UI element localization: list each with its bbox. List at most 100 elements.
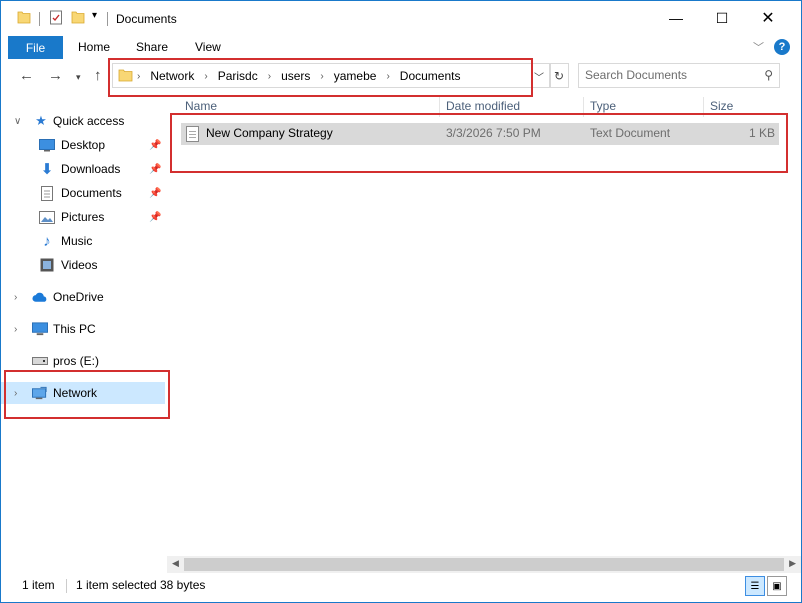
address-dropdown-icon[interactable]: ﹀	[534, 69, 544, 84]
text-file-icon	[186, 126, 199, 142]
sidebar-item-onedrive[interactable]: › OneDrive	[1, 286, 165, 308]
scroll-left-icon[interactable]: ◀	[172, 558, 179, 569]
sidebar-item-label: This PC	[53, 322, 96, 336]
chevron-right-icon: ›	[267, 70, 272, 82]
scroll-right-icon[interactable]: ▶	[789, 558, 796, 569]
pin-icon[interactable]: 📌	[149, 188, 161, 199]
address-folder-icon	[118, 68, 133, 82]
sidebar-item-this-pc[interactable]: › This PC	[1, 318, 165, 340]
forward-icon[interactable]: →	[48, 67, 63, 84]
tab-share[interactable]: Share	[136, 40, 168, 54]
breadcrumb-documents[interactable]: Documents	[400, 69, 461, 83]
pin-icon[interactable]: 📌	[149, 212, 161, 223]
chevron-down-icon[interactable]: ∨	[14, 116, 21, 127]
horizontal-scrollbar[interactable]: ◀ ▶	[167, 556, 801, 573]
sidebar-item-label: Network	[53, 386, 98, 400]
sidebar-item-label: Videos	[61, 258, 98, 272]
sidebar-item-label: Pictures	[61, 210, 105, 224]
computer-icon	[32, 321, 48, 337]
sidebar-item-music[interactable]: ♪ Music	[1, 230, 165, 252]
music-icon: ♪	[43, 232, 51, 250]
large-icons-view-icon[interactable]: ▣	[767, 576, 787, 596]
sidebar-item-label: pros (E:)	[53, 354, 100, 368]
back-icon[interactable]: ←	[19, 67, 34, 84]
sidebar-item-label: Downloads	[61, 162, 121, 176]
tab-view[interactable]: View	[195, 40, 221, 54]
scrollbar-thumb[interactable]	[184, 558, 784, 571]
sidebar-item-network[interactable]: › Network	[1, 382, 165, 404]
file-size: 1 KB	[748, 126, 775, 140]
navigation-bar: ← → ▾ ↑ › Network › Parisdc › users › ya…	[1, 59, 801, 93]
search-input[interactable]	[585, 68, 755, 82]
sidebar-item-pros-drive[interactable]: pros (E:)	[1, 350, 165, 372]
minimize-icon[interactable]: —	[653, 1, 699, 35]
chevron-right-icon: ›	[320, 70, 324, 82]
sidebar-item-label: Desktop	[61, 138, 106, 152]
pictures-icon	[39, 209, 55, 225]
sidebar-item-label: Quick access	[53, 114, 125, 128]
expand-ribbon-icon[interactable]: ﹀	[753, 39, 764, 55]
table-row[interactable]: New Company Strategy 3/3/2026 7:50 PM Te…	[181, 123, 779, 145]
file-type: Text Document	[590, 126, 671, 140]
explorer-window: ▾ Documents — ☐ ✕ File Home Share View ﹀…	[0, 0, 802, 603]
navigation-pane: ∨ ★ Quick access Desktop 📌 ⬇ Downloads 📌…	[1, 97, 167, 573]
sidebar-item-quick-access[interactable]: ∨ ★ Quick access	[1, 110, 165, 132]
properties-icon[interactable]	[49, 10, 63, 25]
sidebar-item-pictures[interactable]: Pictures 📌	[1, 206, 165, 228]
address-bar[interactable]: › Network › Parisdc › users › yamebe › D…	[112, 63, 551, 88]
close-icon[interactable]: ✕	[745, 1, 791, 35]
column-header-name[interactable]: Name	[185, 99, 217, 113]
file-date: 3/3/2026 7:50 PM	[446, 126, 541, 140]
status-bytes: 38 bytes	[160, 578, 206, 592]
details-view-icon[interactable]: ☰	[745, 576, 765, 596]
column-header-date[interactable]: Date modified	[446, 99, 520, 113]
sidebar-item-label: Music	[61, 234, 93, 248]
recent-locations-icon[interactable]: ▾	[76, 72, 81, 83]
breadcrumb-parisdc[interactable]: Parisdc	[218, 69, 258, 83]
search-icon[interactable]: ⚲	[764, 68, 773, 82]
download-icon: ⬇	[40, 161, 54, 178]
desktop-icon	[39, 137, 55, 153]
cloud-icon	[32, 289, 48, 305]
column-header-type[interactable]: Type	[590, 99, 616, 113]
new-folder-icon[interactable]	[71, 10, 85, 24]
chevron-right-icon: ›	[204, 70, 208, 82]
sidebar-item-label: Documents	[61, 186, 122, 200]
file-name: New Company Strategy	[206, 126, 333, 140]
drive-icon	[32, 353, 48, 369]
sidebar-item-videos[interactable]: Videos	[1, 254, 165, 276]
documents-icon	[39, 185, 55, 201]
refresh-icon[interactable]: ↻	[549, 63, 569, 88]
videos-icon	[39, 257, 55, 273]
status-item-count: 1 item	[22, 578, 55, 592]
folder-icon	[17, 10, 31, 24]
sidebar-item-desktop[interactable]: Desktop 📌	[1, 134, 165, 156]
breadcrumb-network[interactable]: Network	[150, 69, 194, 83]
chevron-right-icon[interactable]: ›	[14, 388, 17, 399]
help-icon[interactable]: ?	[774, 39, 790, 55]
window-title: Documents	[116, 12, 177, 26]
pin-icon[interactable]: 📌	[149, 164, 161, 175]
chevron-right-icon[interactable]: ›	[14, 324, 17, 335]
maximize-icon[interactable]: ☐	[699, 1, 745, 35]
ribbon: File Home Share View ﹀ ?	[1, 35, 801, 59]
star-icon: ★	[35, 113, 47, 128]
search-box[interactable]: ⚲	[578, 63, 780, 88]
status-selected: 1 item selected	[76, 578, 157, 592]
network-icon	[32, 385, 48, 401]
breadcrumb-yamebe[interactable]: yamebe	[334, 69, 377, 83]
chevron-right-icon[interactable]: ›	[14, 292, 17, 303]
sidebar-item-downloads[interactable]: ⬇ Downloads 📌	[1, 158, 165, 180]
file-list: Name Date modified Type Size New Company…	[167, 97, 801, 573]
sidebar-item-label: OneDrive	[53, 290, 104, 304]
sidebar-item-documents[interactable]: Documents 📌	[1, 182, 165, 204]
chevron-right-icon: ›	[137, 70, 141, 82]
up-icon[interactable]: ↑	[94, 67, 102, 84]
customize-toolbar-icon[interactable]: ▾	[92, 10, 97, 21]
pin-icon[interactable]: 📌	[149, 140, 161, 151]
column-header-size[interactable]: Size	[710, 99, 733, 113]
chevron-right-icon: ›	[386, 70, 390, 82]
tab-home[interactable]: Home	[78, 40, 110, 54]
tab-file[interactable]: File	[8, 36, 63, 59]
breadcrumb-users[interactable]: users	[281, 69, 310, 83]
